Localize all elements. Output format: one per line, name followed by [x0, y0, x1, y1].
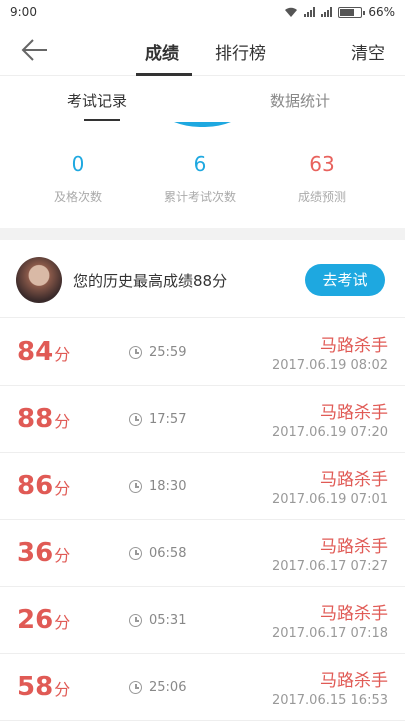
take-exam-button[interactable]: 去考试: [305, 264, 385, 296]
battery-icon: [338, 6, 366, 18]
record-score-value: 58: [17, 672, 54, 702]
record-date: 2017.06.15 16:53: [271, 693, 388, 708]
record-title: 马路杀手: [320, 470, 388, 490]
stat-label: 及格次数: [53, 190, 102, 204]
record-score: 36分: [17, 538, 70, 568]
score-unit: 分: [54, 680, 71, 699]
record-duration: 06:58: [149, 546, 187, 561]
exam-record-row[interactable]: 86分 18:30 马路杀手 2017.06.19 07:01: [0, 453, 405, 520]
exam-record-row[interactable]: 88分 17:57 马路杀手 2017.06.19 07:20: [0, 386, 405, 453]
clock-icon: [129, 413, 142, 426]
tab-ranking[interactable]: 排行榜: [215, 39, 266, 64]
stat-pass-count: 0 及格次数: [18, 152, 138, 205]
score-gauge: [130, 122, 275, 127]
record-score: 88分: [17, 404, 70, 434]
stat-value: 6: [193, 152, 207, 176]
record-score-value: 84: [17, 337, 54, 367]
record-date: 2017.06.19 08:02: [271, 358, 388, 373]
stat-value: 0: [71, 152, 85, 176]
best-score-text: 您的历史最高成绩88分: [73, 272, 228, 290]
signal-icon-2: [321, 7, 333, 17]
clear-button[interactable]: 清空: [351, 39, 385, 64]
status-time: 9:00: [10, 5, 37, 19]
record-title: 马路杀手: [320, 403, 388, 423]
record-title: 马路杀手: [320, 537, 388, 557]
record-duration: 05:31: [149, 613, 187, 628]
record-score: 26分: [17, 605, 70, 635]
stat-label: 成绩预测: [297, 190, 346, 204]
record-date: 2017.06.19 07:01: [271, 492, 388, 507]
exam-record-row[interactable]: 58分 25:06 马路杀手 2017.06.15 16:53: [0, 654, 405, 721]
subtab-data-statistics[interactable]: 数据统计: [270, 90, 330, 111]
score-unit: 分: [54, 345, 71, 364]
record-score-value: 26: [17, 605, 54, 635]
record-score: 58分: [17, 672, 70, 702]
stat-value: 63: [309, 152, 335, 176]
exam-record-row[interactable]: 84分 25:59 马路杀手 2017.06.19 08:02: [0, 319, 405, 386]
record-score-value: 88: [17, 404, 54, 434]
clock-icon: [129, 346, 142, 359]
record-title: 马路杀手: [320, 604, 388, 624]
status-bar: 9:00 66%: [0, 0, 405, 24]
back-arrow-icon[interactable]: [20, 36, 50, 64]
record-date: 2017.06.19 07:20: [271, 425, 388, 440]
score-unit: 分: [54, 479, 71, 498]
record-score: 84分: [17, 337, 70, 367]
score-unit: 分: [54, 613, 71, 632]
battery-percent: 66%: [368, 5, 395, 19]
score-unit: 分: [54, 412, 71, 431]
stat-total-exams: 6 累计考试次数: [140, 152, 260, 205]
clock-icon: [129, 480, 142, 493]
stats-panel: 0 及格次数 6 累计考试次数 63 成绩预测: [0, 122, 405, 228]
stat-score-prediction: 63 成绩预测: [262, 152, 382, 205]
active-subtab-indicator: [84, 119, 120, 121]
record-duration: 25:59: [149, 345, 187, 360]
active-tab-indicator: [136, 73, 192, 76]
tab-scores[interactable]: 成绩: [145, 39, 179, 64]
exam-record-list: 84分 25:59 马路杀手 2017.06.19 08:02 88分 17:57 马路杀手…: [0, 319, 405, 721]
top-nav: 成绩 排行榜 清空: [0, 24, 405, 76]
record-score: 86分: [17, 471, 70, 501]
clock-icon: [129, 681, 142, 694]
record-duration: 18:30: [149, 479, 187, 494]
sub-tabs: 考试记录 数据统计: [0, 77, 405, 122]
record-score-value: 36: [17, 538, 54, 568]
clock-icon: [129, 614, 142, 627]
wifi-icon: [285, 7, 298, 17]
score-unit: 分: [54, 546, 71, 565]
clock-icon: [129, 547, 142, 560]
exam-record-row[interactable]: 26分 05:31 马路杀手 2017.06.17 07:18: [0, 587, 405, 654]
record-duration: 25:06: [149, 680, 187, 695]
record-duration: 17:57: [149, 412, 187, 427]
avatar: [16, 257, 62, 303]
record-score-value: 86: [17, 471, 54, 501]
record-title: 马路杀手: [320, 336, 388, 356]
record-date: 2017.06.17 07:18: [271, 626, 388, 641]
status-icons: 66%: [284, 5, 395, 19]
signal-icon: [304, 7, 316, 17]
record-title: 马路杀手: [320, 671, 388, 691]
exam-record-row[interactable]: 36分 06:58 马路杀手 2017.06.17 07:27: [0, 520, 405, 587]
stat-label: 累计考试次数: [163, 190, 236, 204]
subtab-exam-records[interactable]: 考试记录: [67, 90, 127, 111]
section-divider: [0, 228, 405, 240]
best-score-bar: 您的历史最高成绩88分 去考试: [0, 240, 405, 318]
record-date: 2017.06.17 07:27: [271, 559, 388, 574]
